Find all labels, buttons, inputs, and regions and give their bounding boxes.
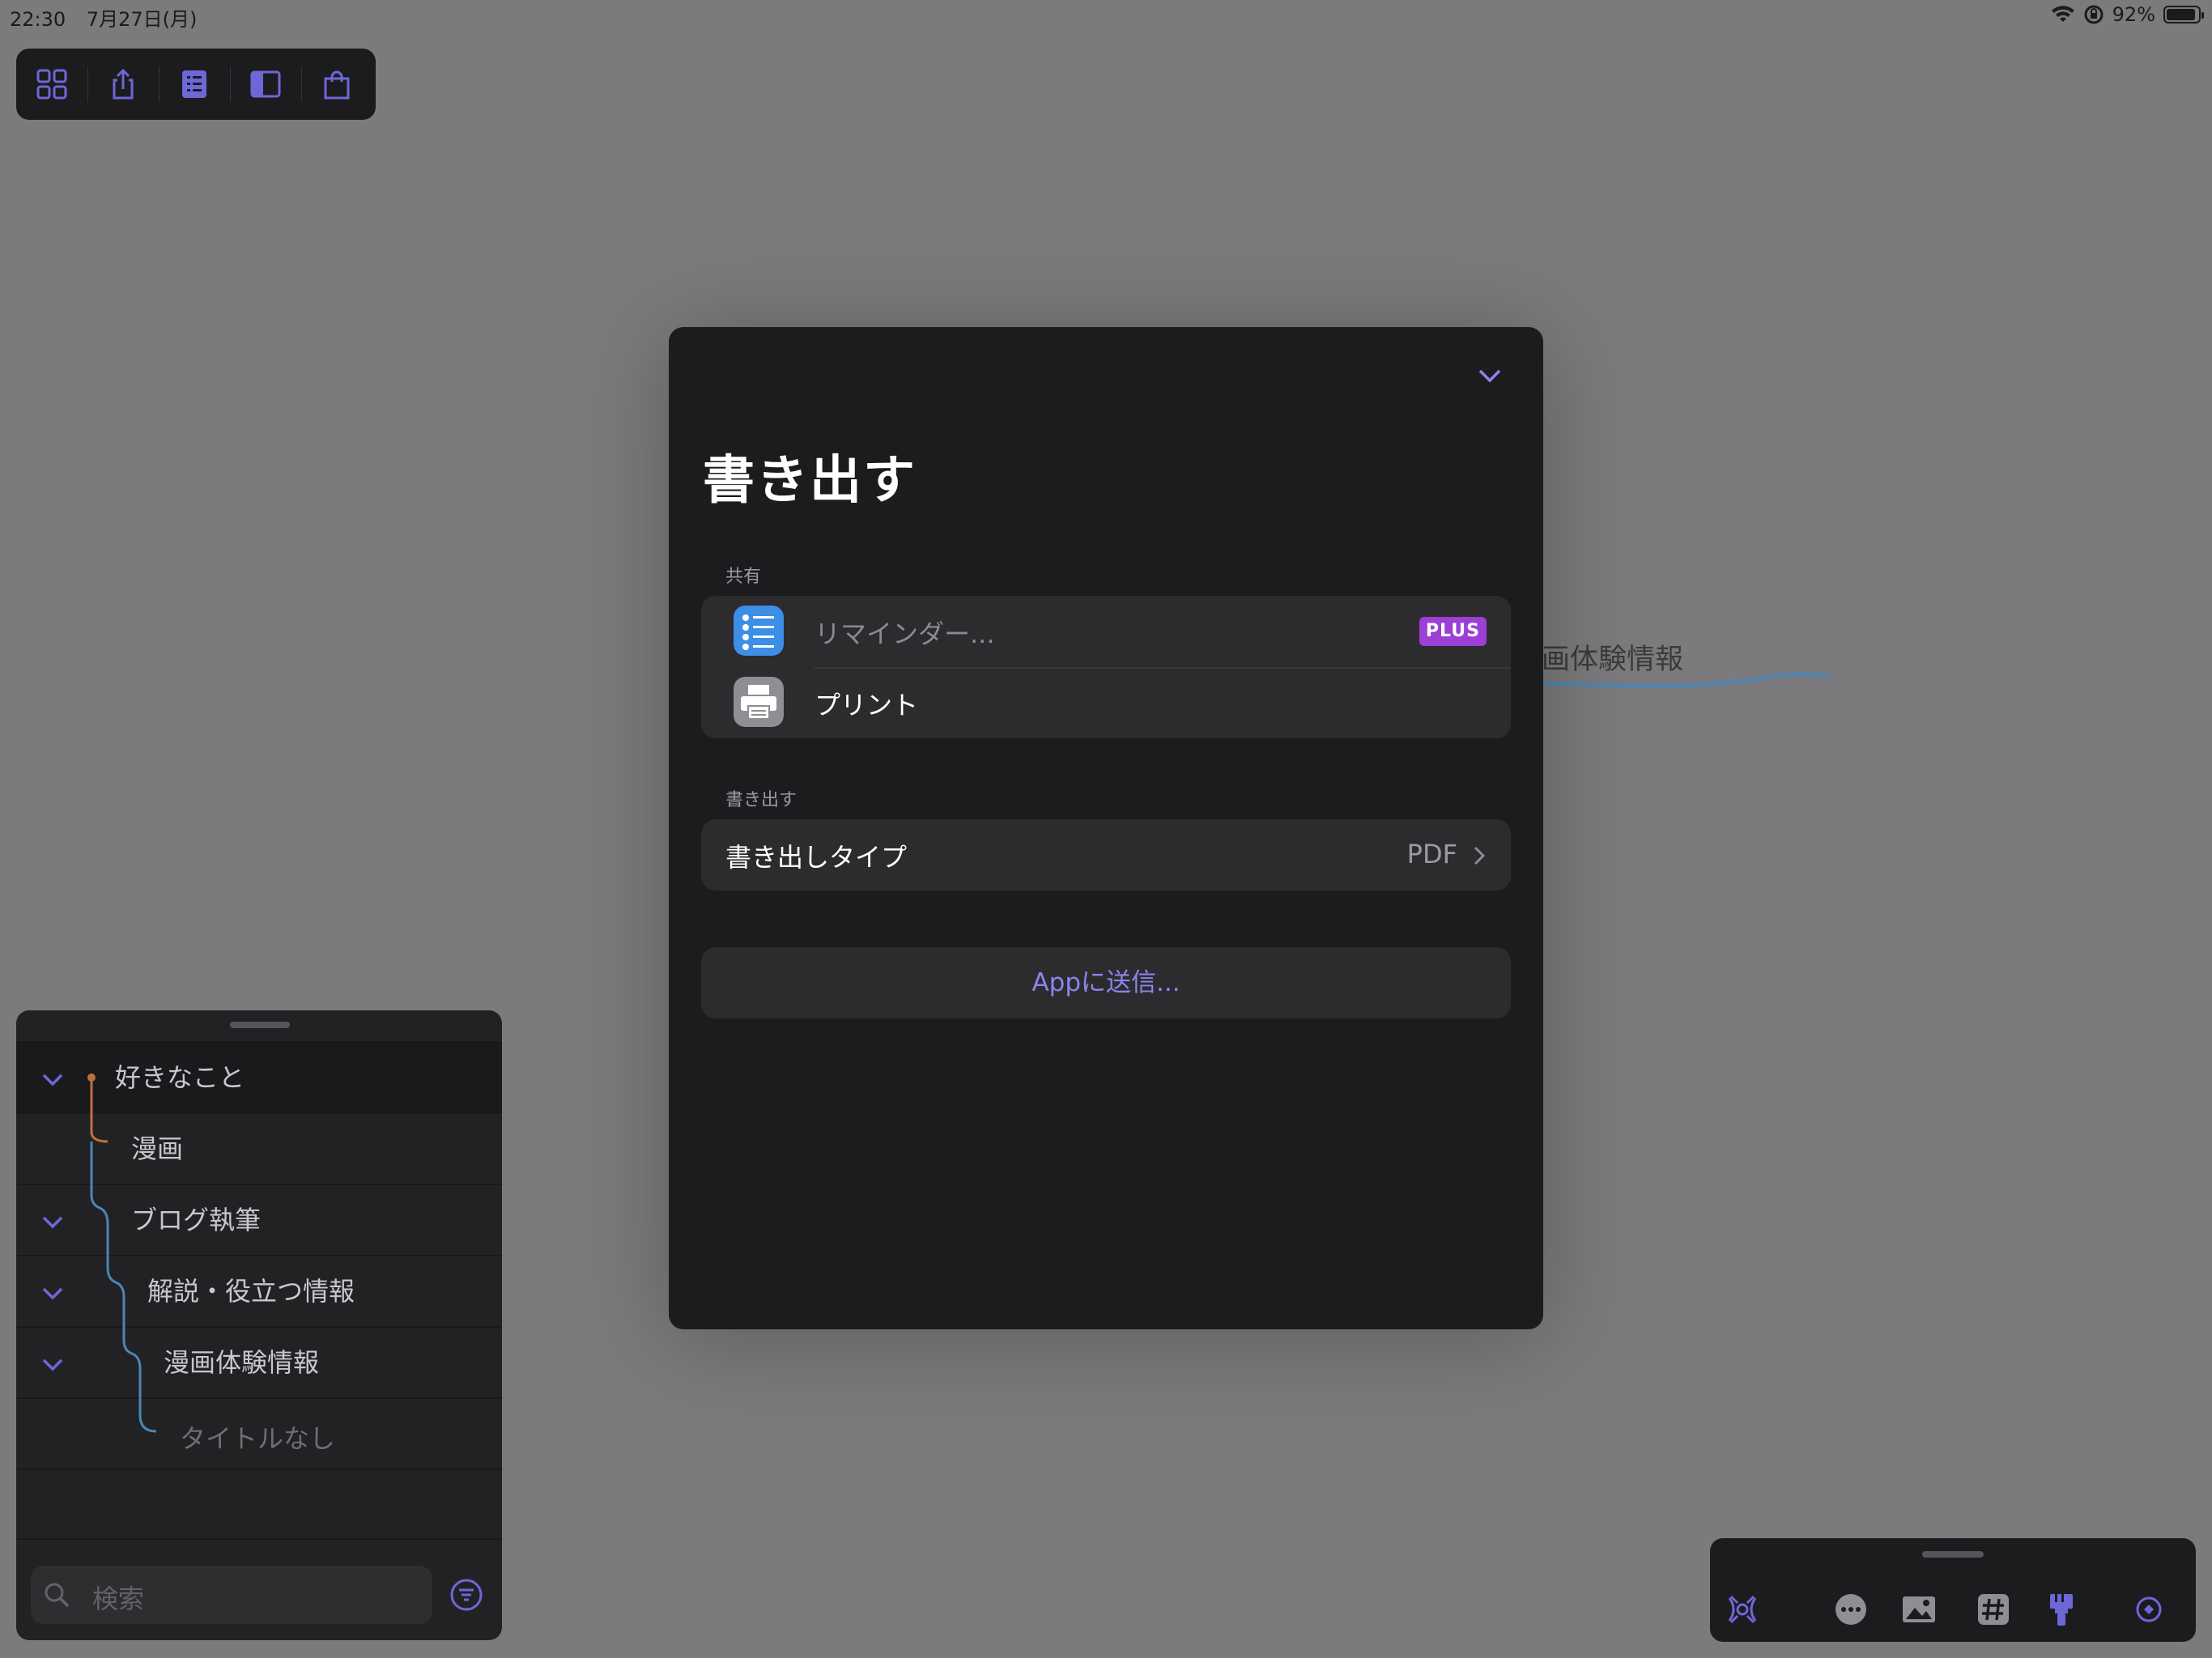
bag-icon xyxy=(324,70,350,100)
grid-icon xyxy=(36,69,67,100)
more-icon[interactable] xyxy=(1833,1592,1869,1627)
plus-badge: PLUS xyxy=(1419,617,1487,646)
sheet-title: 書き出す xyxy=(703,451,917,511)
outline-divider xyxy=(16,1469,502,1540)
outline-item-label: タイトルなし xyxy=(180,1423,336,1454)
reminders-app-icon xyxy=(734,606,784,656)
outline-item-label: 漫画 xyxy=(131,1133,184,1164)
export-section-label: 書き出す xyxy=(725,790,798,810)
wifi-icon xyxy=(2051,6,2074,22)
panel-grab-handle[interactable] xyxy=(230,1022,290,1028)
export-group: 書き出しタイプ PDF xyxy=(701,819,1511,891)
print-row[interactable]: プリント xyxy=(701,667,1511,738)
share-section-label: 共有 xyxy=(725,567,762,587)
chevron-down-icon[interactable] xyxy=(39,1350,66,1378)
chevron-down-icon[interactable] xyxy=(39,1208,66,1235)
sidebar-icon xyxy=(250,70,281,98)
image-icon[interactable] xyxy=(1901,1592,1937,1627)
toolbar-grab-handle[interactable] xyxy=(1922,1551,1984,1558)
outline-icon xyxy=(182,70,206,98)
send-to-app-button[interactable]: Appに送信... xyxy=(701,947,1511,1018)
outline-row[interactable]: ブログ執筆 xyxy=(16,1184,502,1255)
status-time: 22:30 xyxy=(10,8,66,31)
export-type-label: 書き出しタイプ xyxy=(725,842,908,873)
chevron-down-icon[interactable] xyxy=(39,1279,66,1307)
focus-icon[interactable] xyxy=(1725,1592,1760,1627)
reminders-label: リマインダー... xyxy=(815,619,995,649)
search-field[interactable]: 検索 xyxy=(31,1566,432,1624)
outline-row[interactable]: 漫画体験情報 xyxy=(16,1326,502,1397)
share-group: リマインダー... PLUS プリント xyxy=(701,596,1511,738)
outline-row[interactable]: 解説・役立つ情報 xyxy=(16,1255,502,1326)
print-label: プリント xyxy=(815,690,919,721)
chevron-right-icon xyxy=(1474,846,1486,865)
map-branch-line xyxy=(1538,673,1830,688)
battery-icon xyxy=(2163,6,2204,23)
outline-item-label: 好きなこと xyxy=(115,1062,245,1093)
export-type-row[interactable]: 書き出しタイプ PDF xyxy=(701,819,1511,891)
outline-panel: 好きなこと 漫画 ブログ執筆 解説・役立つ情報 漫画体験情報 タイトルなし 検索 xyxy=(16,1010,502,1640)
status-date: 7月27日(月) xyxy=(86,8,198,31)
outline-item-label: 解説・役立つ情報 xyxy=(147,1276,355,1307)
outline-row[interactable]: 好きなこと xyxy=(16,1041,502,1112)
reminders-row[interactable]: リマインダー... PLUS xyxy=(701,596,1511,667)
filter-icon[interactable] xyxy=(449,1577,484,1613)
share-icon xyxy=(113,68,134,100)
sidebar-button[interactable] xyxy=(230,49,301,120)
chevron-down-icon[interactable] xyxy=(39,1065,66,1093)
target-icon[interactable] xyxy=(2131,1592,2167,1627)
bottom-toolbar xyxy=(1710,1538,2196,1642)
battery-percent: 92% xyxy=(2112,3,2155,26)
export-type-value: PDF xyxy=(1406,839,1457,869)
export-sheet: 書き出す 共有 リマインダー... PLUS プリント 書き出す 書き出しタイプ… xyxy=(669,327,1543,1329)
outline-item-label: ブログ執筆 xyxy=(131,1205,262,1235)
outline-row[interactable]: タイトルなし xyxy=(16,1397,502,1469)
dismiss-chevron-icon[interactable] xyxy=(1474,359,1506,392)
outline-row[interactable]: 漫画 xyxy=(16,1112,502,1184)
status-bar-left: 22:30 7月27日(月) xyxy=(10,3,211,32)
grid-button[interactable] xyxy=(16,49,87,120)
share-button[interactable] xyxy=(87,49,159,120)
status-bar-right: 92% xyxy=(2051,3,2204,26)
search-placeholder: 検索 xyxy=(92,1584,145,1614)
orientation-lock-icon xyxy=(2084,5,2104,24)
outline-button[interactable] xyxy=(159,49,230,120)
top-toolbar xyxy=(16,49,376,120)
tag-icon[interactable] xyxy=(1976,1592,2011,1627)
print-app-icon xyxy=(734,677,784,727)
store-button[interactable] xyxy=(301,49,372,120)
outline-item-label: 漫画体験情報 xyxy=(164,1347,320,1378)
search-icon xyxy=(45,1583,70,1608)
style-brush-icon[interactable] xyxy=(2044,1592,2079,1627)
